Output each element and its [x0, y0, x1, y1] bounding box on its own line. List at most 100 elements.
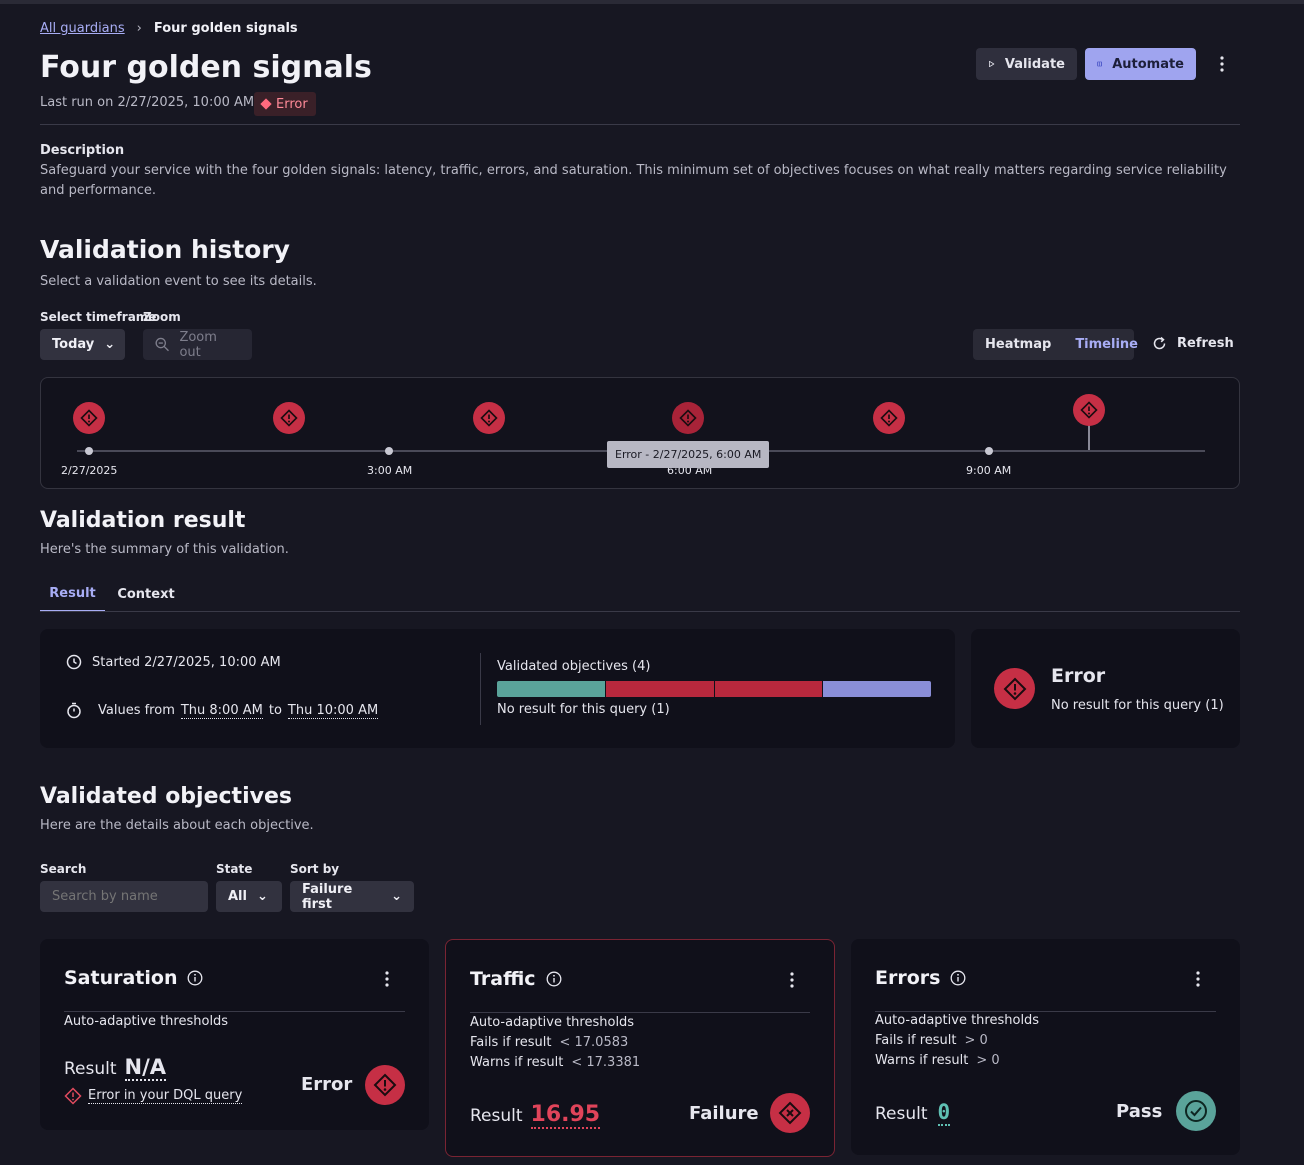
dql-error-row: Error in your DQL query	[64, 1087, 243, 1105]
description-label: Description	[40, 143, 125, 158]
error-status-icon	[365, 1065, 405, 1105]
refresh-button[interactable]: Refresh	[1152, 336, 1234, 351]
zoom-out-label: Zoom out	[179, 329, 217, 360]
info-icon[interactable]	[546, 971, 562, 987]
view-heatmap-button[interactable]: Heatmap	[985, 337, 1051, 352]
event-marker-0[interactable]	[73, 402, 105, 434]
zoom-out-button[interactable]: Zoom out	[143, 329, 252, 360]
objectives-progress-bar	[497, 681, 931, 697]
info-icon[interactable]	[187, 970, 203, 986]
warns-threshold-row: Warns if result > 0	[875, 1053, 1000, 1068]
objective-card-saturation[interactable]: Saturation Auto-adaptive thresholds Resu…	[40, 939, 429, 1130]
tab-result-label: Result	[49, 585, 96, 601]
dql-error-link[interactable]: Error in your DQL query	[88, 1088, 243, 1104]
info-icon[interactable]	[950, 970, 966, 986]
warns-value: > 0	[976, 1053, 1000, 1068]
status-badge: Error	[254, 92, 316, 116]
started-row: Started 2/27/2025, 10:00 AM	[66, 654, 281, 670]
values-prefix: Values from	[98, 703, 175, 718]
card-menu-icon[interactable]	[782, 970, 802, 990]
card-menu-icon[interactable]	[1188, 969, 1208, 989]
state-value: All	[228, 889, 247, 904]
objective-bar-segment	[605, 681, 714, 697]
fails-value: < 17.0583	[559, 1035, 629, 1050]
objective-status-label: Failure	[689, 1103, 759, 1124]
validate-button[interactable]: Validate	[976, 48, 1077, 80]
refresh-label: Refresh	[1177, 336, 1234, 351]
timeframe-label: Select timeframe	[40, 310, 157, 324]
objective-title: Traffic	[470, 968, 562, 990]
tabs-divider	[40, 611, 1240, 612]
fails-label: Fails if result	[470, 1035, 552, 1050]
tab-context[interactable]: Context	[113, 576, 179, 612]
fails-threshold-row: Fails if result < 17.0583	[470, 1035, 628, 1050]
warns-threshold-row: Warns if result < 17.3381	[470, 1055, 640, 1070]
pass-status-icon	[1176, 1091, 1216, 1131]
tick-dot-1	[385, 447, 393, 455]
tick-label-0: 2/27/2025	[61, 464, 118, 477]
result-status-panel: Error No result for this query (1)	[971, 629, 1240, 748]
automate-button[interactable]: Automate	[1085, 48, 1196, 80]
tab-result[interactable]: Result	[40, 576, 105, 612]
workflow-icon	[1097, 61, 1103, 67]
clock-icon	[66, 654, 82, 670]
event-marker-4[interactable]	[873, 402, 905, 434]
sort-value: Failure first	[302, 881, 353, 912]
objective-name: Errors	[875, 967, 941, 989]
values-to-time[interactable]: Thu 10:00 AM	[287, 703, 379, 719]
timeframe-select[interactable]: Today ⌄	[40, 329, 125, 360]
fails-label: Fails if result	[875, 1033, 957, 1048]
view-toggle: Heatmap Timeline	[973, 329, 1138, 360]
sort-select[interactable]: Failure first ⌄	[290, 881, 414, 912]
chevron-right-icon: ›	[136, 21, 142, 36]
summary-status-detail: No result for this query (1)	[1051, 698, 1224, 713]
objective-bar-segment	[714, 681, 823, 697]
warns-label: Warns if result	[875, 1053, 969, 1068]
tick-dot-0	[85, 447, 93, 455]
chevron-down-icon: ⌄	[104, 337, 116, 352]
fails-threshold-row: Fails if result > 0	[875, 1033, 988, 1048]
result-value[interactable]: 0	[937, 1100, 951, 1126]
objective-title: Saturation	[64, 967, 203, 989]
event-marker-1[interactable]	[273, 402, 305, 434]
error-diamond-icon	[260, 98, 272, 110]
objective-card-traffic[interactable]: Traffic Auto-adaptive thresholds Fails i…	[445, 939, 835, 1157]
card-divider	[470, 1012, 810, 1013]
selected-event-stem	[1088, 424, 1090, 450]
failure-status-icon	[770, 1093, 810, 1133]
result-value[interactable]: N/A	[124, 1055, 167, 1081]
objective-card-errors[interactable]: Errors Auto-adaptive thresholds Fails if…	[851, 939, 1240, 1155]
threshold-mode: Auto-adaptive thresholds	[64, 1014, 229, 1029]
view-timeline-button[interactable]: Timeline	[1075, 337, 1138, 352]
no-result-text: No result for this query (1)	[497, 702, 670, 717]
event-marker-selected[interactable]	[1073, 394, 1105, 426]
values-to-word: to	[268, 703, 282, 718]
breadcrumb-all-guardians[interactable]: All guardians	[40, 21, 125, 36]
card-menu-icon[interactable]	[377, 969, 397, 989]
fails-value: > 0	[964, 1033, 988, 1048]
top-edge	[0, 0, 1304, 4]
result-value[interactable]: 16.95	[530, 1102, 601, 1129]
warns-value: < 17.3381	[571, 1055, 641, 1070]
error-event-icon	[679, 409, 697, 427]
search-input[interactable]	[40, 881, 208, 912]
state-select[interactable]: All ⌄	[216, 881, 282, 912]
validated-objectives-subtitle: Here are the details about each objectiv…	[40, 818, 314, 833]
values-from-time[interactable]: Thu 8:00 AM	[180, 703, 263, 719]
card-divider	[64, 1011, 405, 1012]
objective-bar-segment	[823, 681, 931, 697]
state-label: State	[216, 862, 253, 876]
error-event-icon	[480, 409, 498, 427]
tick-label-3: 9:00 AM	[966, 464, 1012, 477]
validated-objectives-title: Validated objectives	[40, 784, 292, 809]
tick-dot-3	[985, 447, 993, 455]
breadcrumb: All guardians › Four golden signals	[40, 21, 298, 36]
event-marker-3[interactable]	[672, 402, 704, 434]
validate-label: Validate	[1004, 56, 1065, 72]
result-summary-panel: Started 2/27/2025, 10:00 AM Values from …	[40, 629, 955, 748]
objective-bar-segment	[497, 681, 605, 697]
objective-name: Traffic	[470, 968, 536, 990]
event-marker-2[interactable]	[473, 402, 505, 434]
more-options-icon[interactable]	[1212, 54, 1232, 74]
stopwatch-icon	[67, 702, 81, 719]
